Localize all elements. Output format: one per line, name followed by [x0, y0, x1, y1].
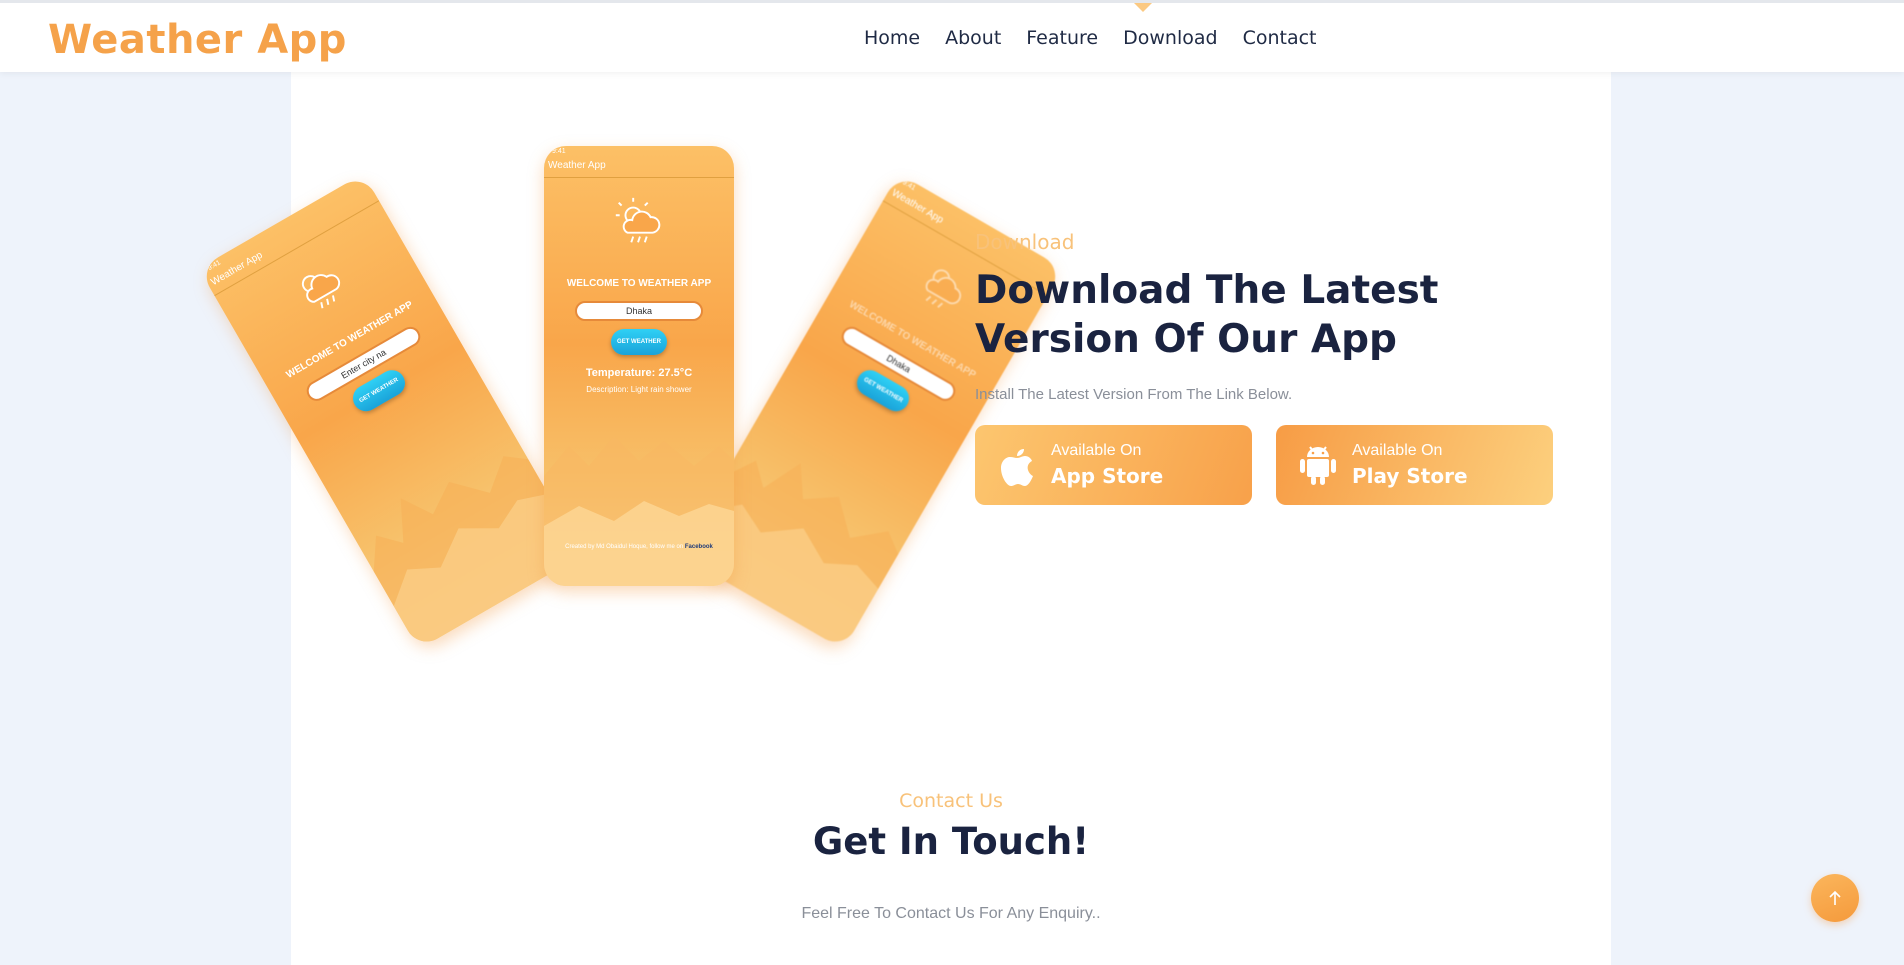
- phone-mockup-left: 9:41 Weather App WELCOME TO WEATHER APP …: [198, 173, 584, 650]
- main-content: 9:41 Weather App WELCOME TO WEATHER APP …: [198, 72, 1611, 965]
- nav-about[interactable]: About: [945, 27, 1001, 49]
- play-store-text: Available On Play Store: [1352, 442, 1468, 488]
- phone-credit: Created by Md Obaidul Hoque, follow me o…: [544, 544, 734, 550]
- contact-subtitle: Feel Free To Contact Us For Any Enquiry.…: [801, 905, 1101, 922]
- phone-mockups: 9:41 Weather App WELCOME TO WEATHER APP …: [198, 142, 1064, 650]
- phone-app-title: Weather App: [544, 156, 734, 178]
- arrow-up-icon: [1829, 890, 1841, 905]
- phone-get-weather-button: GET WEATHER: [611, 329, 667, 355]
- phone-mockup-center: 9:41 Weather App WELCOME TO WEATHER APP …: [544, 146, 734, 586]
- phone-welcome-text: WELCOME TO WEATHER APP: [566, 278, 712, 289]
- phone-city-input: Dhaka: [575, 301, 703, 321]
- mountain-illustration: [544, 436, 734, 586]
- phone-status-bar: 9:41: [206, 259, 222, 273]
- active-nav-indicator: [1134, 3, 1152, 12]
- android-icon: [1300, 446, 1336, 485]
- scroll-to-top-button[interactable]: [1811, 874, 1859, 922]
- contact-section: Contact Us Get In Touch! Feel Free To Co…: [291, 790, 1611, 923]
- download-subtitle: Install The Latest Version From The Link…: [975, 386, 1293, 403]
- nav-home[interactable]: Home: [864, 27, 920, 49]
- app-store-small-label: Available On: [1051, 442, 1142, 459]
- phone-description: Description: Light rain shower: [586, 385, 692, 394]
- app-store-text: Available On App Store: [1051, 442, 1163, 488]
- phone-credit-text: Created by Md Obaidul Hoque, follow me o…: [565, 544, 684, 550]
- apple-icon: [1001, 449, 1033, 486]
- nav-download[interactable]: Download: [1123, 27, 1217, 49]
- nav-feature[interactable]: Feature: [1026, 27, 1098, 49]
- rain-cloud-icon: [615, 197, 661, 243]
- phone-credit-link: Facebook: [684, 544, 713, 550]
- phone-status-bar: 9:41: [552, 148, 566, 155]
- navbar: Weather App Home About Feature Download …: [0, 0, 1904, 72]
- brand-logo[interactable]: Weather App: [48, 17, 347, 63]
- download-title: Download The Latest Version Of Our App: [975, 268, 1439, 362]
- download-kicker: Download: [975, 230, 1075, 254]
- nav-contact[interactable]: Contact: [1243, 27, 1317, 49]
- app-store-button[interactable]: Available On App Store: [975, 425, 1252, 505]
- phone-temperature: Temperature: 27.5°C: [585, 367, 693, 379]
- rain-cloud-icon: [925, 269, 962, 308]
- play-store-small-label: Available On: [1352, 442, 1443, 459]
- play-store-label: Play Store: [1352, 464, 1468, 488]
- download-section: Download Download The Latest Version Of …: [975, 230, 1575, 505]
- contact-kicker: Contact Us: [899, 790, 1003, 812]
- app-store-label: App Store: [1051, 464, 1164, 488]
- rain-cloud-icon: [301, 274, 341, 309]
- contact-title: Get In Touch!: [812, 820, 1090, 863]
- play-store-button[interactable]: Available On Play Store: [1276, 425, 1553, 505]
- main-nav: Home About Feature Download Contact: [864, 27, 1316, 49]
- store-buttons: Available On App Store Available On Play…: [975, 425, 1575, 505]
